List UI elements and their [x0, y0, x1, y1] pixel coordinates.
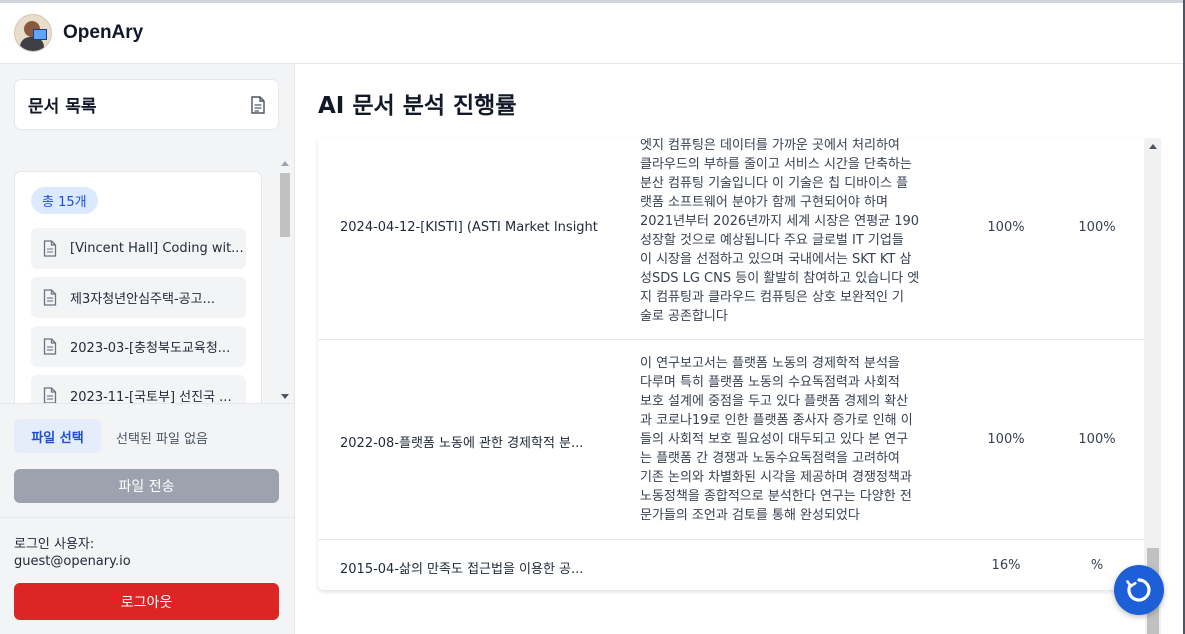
selected-file-status: 선택된 파일 없음	[116, 432, 208, 447]
list-item-label: [Vincent Hall] Coding wit...	[70, 241, 244, 256]
summary-line: 들의 사회적 보호 필요성이 대두되고 있다 본 연구	[640, 432, 909, 447]
list-item[interactable]: 2023-11-[국토부] 선진국 ...	[31, 375, 246, 403]
table-row[interactable]: 2015-04-삶의 만족도 접근법을 이용한 공... 16% %	[318, 540, 1144, 590]
progress-value-2: 100%	[1078, 220, 1116, 235]
file-send-button[interactable]: 파일 전송	[14, 469, 279, 503]
document-list-title: 문서 목록	[28, 97, 97, 117]
summary-line: 이 연구보고서는 플랫폼 노동의 경제학적 분석을	[640, 356, 900, 371]
summary-line: 다루며 특히 플랫폼 노동의 수요독점력과 사회적	[640, 375, 900, 390]
summary-line: 2021년부터 2026년까지 세계 시장은 연평균 190	[640, 214, 920, 229]
summary-line: 는 플랫폼 간 경쟁과 노동수요독점력을 고려하여	[640, 451, 900, 466]
user-avatar[interactable]	[14, 14, 52, 52]
summary-line: 술로 공존합니다	[640, 309, 728, 324]
summary-line: 랫폼 소프트웨어 분야가 함께 구현되어야 하며	[640, 195, 888, 210]
progress-value-1: 16%	[991, 558, 1021, 573]
document-count-badge: 총 15개	[31, 187, 98, 214]
list-item-label: 제3자청년안심주택-공고...	[70, 292, 215, 307]
summary-line: 엣지 컴퓨팅은 데이터를 가까운 곳에서 처리하여	[640, 138, 900, 153]
summary-line: 클라우드의 부하를 줄이고 서비스 시간을 단축하는	[640, 157, 912, 172]
progress-value-2: 100%	[1078, 432, 1116, 447]
summary-cell: 엣지 컴퓨팅은 데이터를 가까운 곳에서 처리하여 클라우드의 부하를 줄이고 …	[640, 138, 942, 326]
file-icon	[43, 289, 57, 306]
list-item[interactable]: 2023-03-[충청북도교육청...	[31, 326, 246, 367]
summary-line: 지 컴퓨팅과 클라우드 컴퓨팅은 상호 보완적인 기	[640, 290, 904, 305]
progress-table: 2024-04-12-[KISTI] (ASTI Market Insight …	[318, 138, 1144, 590]
list-item-label: 2023-03-[충청북도교육청...	[70, 341, 231, 356]
app-title[interactable]: OpenAry	[63, 22, 143, 44]
avatar-laptop	[33, 29, 47, 40]
file-select-button[interactable]: 파일 선택	[14, 419, 101, 453]
summary-line: 분산 컴퓨팅 기술입니다 이 기술은 칩 디바이스 플	[640, 176, 909, 191]
summary-line: 성장할 것으로 예상됩니다 주요 글로벌 IT 기업들	[640, 233, 904, 248]
document-list: 총 15개 [Vincent Hall] Coding wit... 제3자청년…	[14, 171, 262, 403]
progress-value-1: 100%	[987, 220, 1025, 235]
document-name-cell: 2015-04-삶의 만족도 접근법을 이용한 공...	[340, 562, 584, 577]
list-item[interactable]: 제3자청년안심주택-공고...	[31, 277, 246, 318]
summary-line: 성SDS LG CNS 등이 활발히 참여하고 있습니다 엣	[640, 271, 920, 286]
summary-line: 노동정책을 종합적으로 분석한다 연구는 다양한 전	[640, 489, 912, 504]
login-user-email: guest@openary.io	[14, 554, 131, 569]
summary-line: 기존 논의와 차별화된 시각을 제공하며 경쟁정책과	[640, 470, 912, 485]
page-title: AI 문서 분석 진행률	[318, 93, 517, 119]
summary-line: 과 코로나19로 인한 플랫폼 종사자 증가로 인해 이	[640, 413, 913, 428]
list-item[interactable]: [Vincent Hall] Coding wit...	[31, 228, 246, 269]
logout-button[interactable]: 로그아웃	[14, 583, 279, 620]
summary-line: 문가들의 조언과 검토를 통해 완성되었다	[640, 508, 860, 523]
file-icon	[43, 387, 57, 403]
table-row[interactable]: 2022-08-플랫폼 노동에 관한 경제학적 분... 이 연구보고서는 플랫…	[318, 340, 1144, 540]
sidebar: 문서 목록 총 15개 [Vincent Hall] Coding wit...…	[0, 64, 295, 634]
scroll-up-arrow-icon[interactable]	[1149, 144, 1157, 149]
progress-value-1: 100%	[987, 432, 1025, 447]
document-list-header: 문서 목록	[14, 79, 279, 130]
scroll-thumb[interactable]	[280, 173, 290, 237]
scroll-up-arrow-icon[interactable]	[281, 161, 289, 166]
document-icon[interactable]	[250, 95, 266, 114]
user-section: 로그인 사용자: guest@openary.io 로그아웃	[0, 517, 294, 634]
scroll-down-arrow-icon[interactable]	[281, 394, 289, 399]
document-name-cell: 2022-08-플랫폼 노동에 관한 경제학적 분...	[340, 436, 584, 451]
document-name-cell: 2024-04-12-[KISTI] (ASTI Market Insight …	[340, 220, 600, 235]
upload-section: 파일 선택 선택된 파일 없음 파일 전송	[0, 403, 294, 519]
file-icon	[43, 240, 57, 257]
refresh-button[interactable]	[1114, 565, 1164, 615]
login-user-label: 로그인 사용자:	[14, 537, 95, 552]
summary-line: 이 시장을 선점하고 있으며 국내에서는 SKT KT 삼	[640, 252, 912, 267]
summary-line: 보호 설계에 중점을 두고 있다 플랫폼 경제의 확산	[640, 394, 909, 409]
refresh-icon	[1126, 578, 1151, 602]
summary-cell: 이 연구보고서는 플랫폼 노동의 경제학적 분석을 다루며 특히 플랫폼 노동의…	[640, 354, 942, 525]
sidebar-scrollbar[interactable]	[278, 157, 292, 403]
app-header: OpenAry	[0, 3, 1183, 64]
file-icon	[43, 338, 57, 355]
list-item-label: 2023-11-[국토부] 선진국 ...	[70, 390, 232, 403]
table-row[interactable]: 2024-04-12-[KISTI] (ASTI Market Insight …	[318, 138, 1144, 340]
main-scrollbar[interactable]	[1145, 138, 1161, 634]
